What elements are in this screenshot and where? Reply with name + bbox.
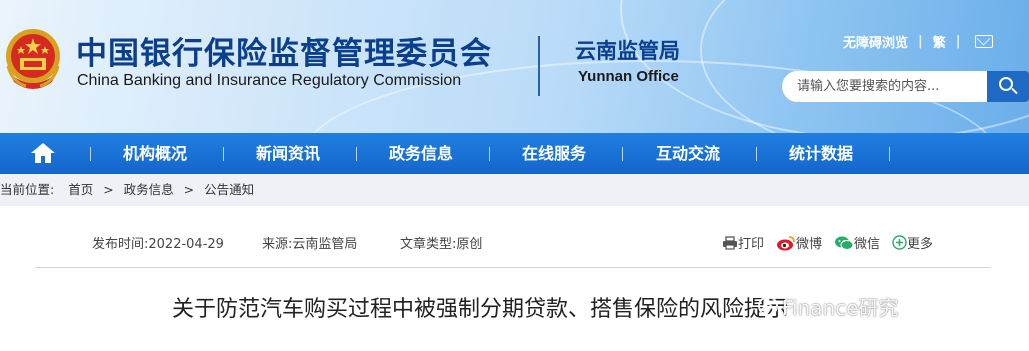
more-label: 更多 [907, 237, 934, 252]
plus-circle-icon [892, 235, 907, 250]
watermark-logo-icon [758, 296, 778, 316]
nav-item-online-services[interactable]: 在线服务 [522, 133, 586, 174]
nav-item-news[interactable]: 新闻资讯 [256, 133, 320, 174]
mail-icon[interactable] [974, 34, 993, 48]
national-emblem-icon[interactable] [2, 26, 64, 94]
header-divider [538, 36, 540, 96]
wechat-icon [835, 236, 854, 250]
article-title: 关于防范汽车购买过程中被强制分期贷款、搭售保险的风险提示 [172, 297, 789, 322]
breadcrumb: 当前位置: 首页 > 政务信息 > 公告通知 [0, 174, 1029, 206]
site-header: 中国银行保险监督管理委员会 China Banking and Insuranc… [0, 0, 1029, 133]
search-button[interactable] [987, 71, 1029, 102]
article-type: 文章类型:原创 [400, 237, 483, 252]
site-title-en: China Banking and Insurance Regulatory C… [77, 72, 462, 89]
printer-icon [723, 235, 737, 250]
print-button[interactable]: 打印 [722, 233, 764, 252]
weibo-icon [777, 235, 795, 250]
more-share-button[interactable]: 更多 [892, 233, 933, 252]
accessible-browse-link[interactable]: 无障碍浏览 [843, 32, 908, 51]
publish-time: 发布时间:2022-04-29 [92, 237, 224, 252]
watermark-text: Finance研究 [782, 296, 899, 320]
nav-item-interaction[interactable]: 互动交流 [656, 133, 720, 174]
office-name-en: Yunnan Office [578, 68, 679, 85]
weibo-label: 微博 [796, 237, 823, 252]
site-title-cn: 中国银行保险监督管理委员会 [76, 36, 492, 72]
nav-item-about[interactable]: 机构概况 [123, 133, 187, 174]
breadcrumb-separator: > [183, 182, 195, 197]
share-tools: 打印 微博 微信 更多 [722, 233, 945, 252]
traditional-chinese-link[interactable]: 繁 [933, 32, 946, 51]
office-name-cn: 云南监管局 [575, 39, 680, 63]
link-separator: | [918, 33, 923, 49]
link-separator: | [955, 33, 961, 49]
home-icon[interactable] [30, 141, 56, 165]
weibo-share-button[interactable]: 微博 [776, 233, 822, 252]
wechat-label: 微信 [854, 237, 881, 252]
meta-divider [35, 267, 991, 268]
main-nav: 机构概况 新闻资讯 政务信息 在线服务 互动交流 统计数据 [0, 133, 1029, 174]
breadcrumb-item-home[interactable]: 首页 [68, 174, 93, 206]
wechat-share-button[interactable]: 微信 [834, 233, 880, 252]
breadcrumb-item-government-info[interactable]: 政务信息 [124, 174, 174, 206]
nav-item-statistics[interactable]: 统计数据 [789, 133, 853, 174]
print-label: 打印 [738, 237, 765, 252]
breadcrumb-prefix: 当前位置: [0, 182, 55, 197]
breadcrumb-separator: > [103, 182, 114, 197]
search-input[interactable] [782, 71, 987, 102]
top-links: 无障碍浏览 | 繁 | [843, 32, 993, 51]
breadcrumb-item-announcements[interactable]: 公告通知 [204, 174, 254, 206]
article-source: 来源:云南监管局 [262, 237, 358, 252]
nav-item-government-info[interactable]: 政务信息 [389, 133, 453, 174]
